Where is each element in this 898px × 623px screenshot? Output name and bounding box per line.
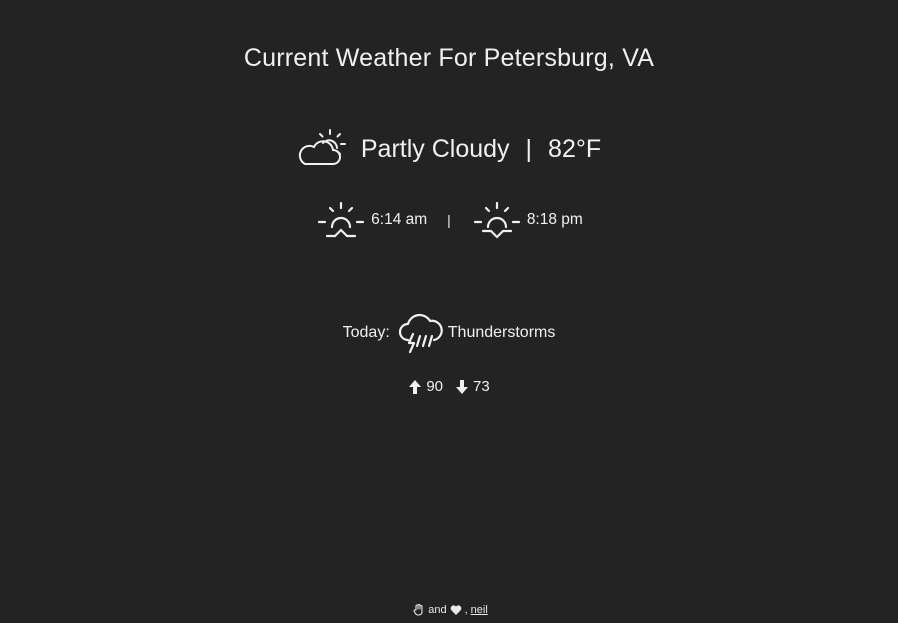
arrow-up-icon (408, 379, 422, 395)
separator: | (525, 134, 533, 163)
sunrise-icon (315, 200, 367, 240)
low-temperature: 73 (473, 378, 490, 395)
today-forecast: Today: Thunderstorms (0, 312, 898, 354)
high-low: 90 73 (0, 378, 898, 395)
current-condition: Partly Cloudy (360, 134, 510, 163)
author-link[interactable]: neil (471, 604, 488, 616)
footer-and: and (428, 604, 447, 616)
page-title: Current Weather For Petersburg, VA (243, 44, 655, 72)
arrow-down-icon (455, 379, 469, 395)
separator: | (447, 212, 451, 228)
sunrise-time: 6:14 am (371, 211, 428, 228)
today-label: Today: (342, 324, 390, 341)
current-temperature: 82°F (548, 134, 602, 163)
thunderstorm-icon (398, 312, 444, 354)
sunset-time: 8:18 pm (526, 211, 583, 228)
today-condition: Thunderstorms (447, 324, 556, 341)
sunset-icon (471, 200, 523, 240)
sun-times: 6:14 am | 8:18 pm (0, 200, 898, 240)
current-conditions: Partly Cloudy | 82°F (0, 128, 898, 170)
partly-cloudy-icon (297, 128, 353, 170)
hand-icon (413, 603, 425, 616)
heart-icon (450, 604, 462, 616)
high-temperature: 90 (426, 378, 443, 395)
footer-comma: , (464, 604, 468, 616)
footer: and , neil (0, 603, 898, 616)
